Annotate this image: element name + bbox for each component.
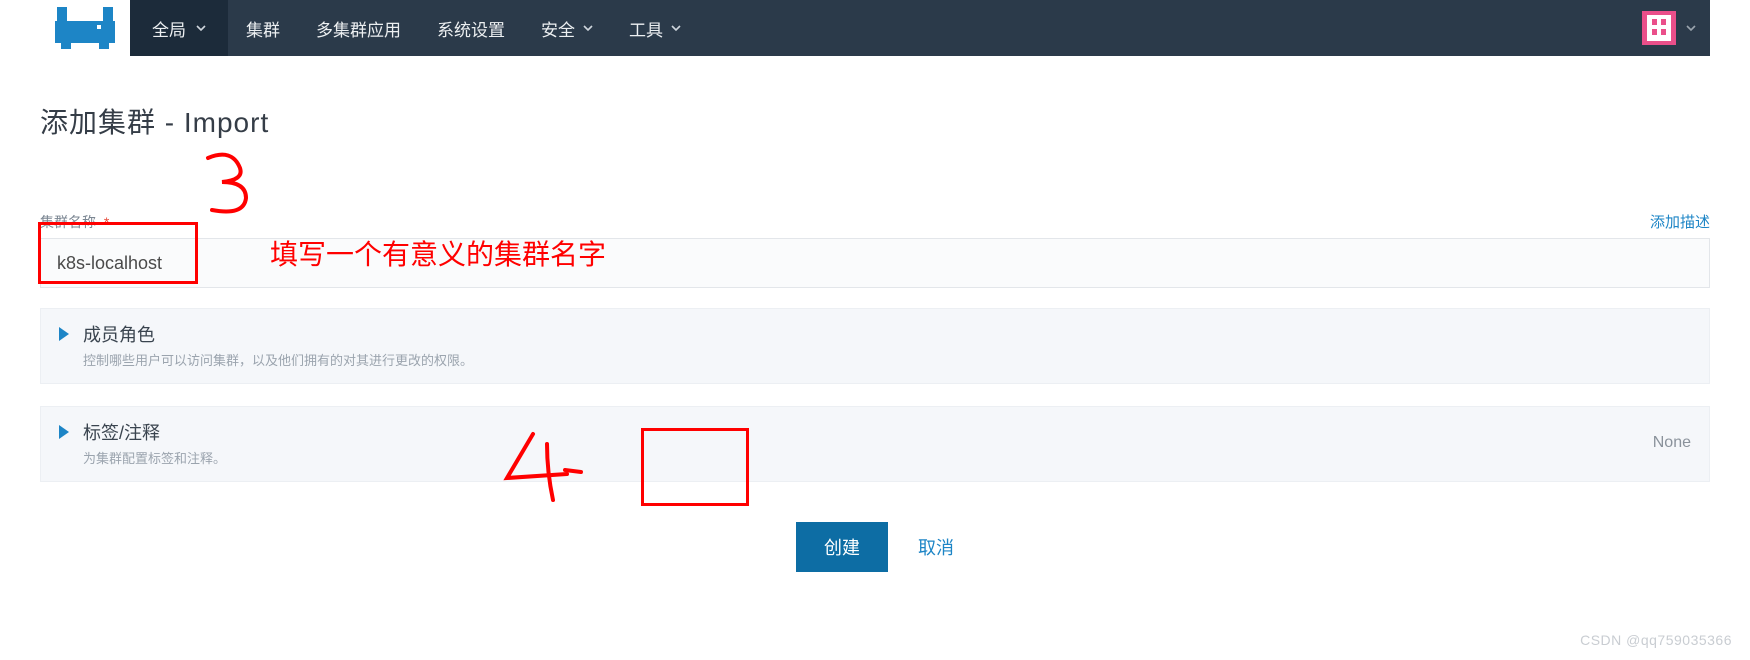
nav-item-tools[interactable]: 工具 <box>611 0 699 56</box>
expand-triangle-icon[interactable] <box>59 327 69 341</box>
cluster-name-input[interactable] <box>40 238 1710 288</box>
cancel-button[interactable]: 取消 <box>918 534 954 560</box>
cluster-name-label-wrap: 集群名称 * <box>40 212 109 232</box>
panel-labels-annotations[interactable]: 标签/注释 为集群配置标签和注释。 None <box>40 406 1710 482</box>
avatar-icon <box>1642 11 1676 45</box>
panel-subtitle: 控制哪些用户可以访问集群，以及他们拥有的对其进行更改的权限。 <box>83 350 1691 369</box>
cluster-name-block: 集群名称 * 添加描述 <box>40 211 1710 288</box>
nav-item-label: 系统设置 <box>437 16 505 41</box>
top-bar: 全局 集群 多集群应用 系统设置 安全 工具 <box>0 0 1750 56</box>
action-row: 创建 取消 <box>40 522 1710 572</box>
nav-item-settings[interactable]: 系统设置 <box>419 0 523 56</box>
panel-subtitle: 为集群配置标签和注释。 <box>83 448 1639 467</box>
nav-scope-label: 全局 <box>152 16 186 41</box>
add-description-link[interactable]: 添加描述 <box>1650 211 1710 232</box>
cluster-name-label: 集群名称 <box>40 214 96 230</box>
panel-member-roles[interactable]: 成员角色 控制哪些用户可以访问集群，以及他们拥有的对其进行更改的权限。 <box>40 308 1710 384</box>
nav-item-clusters[interactable]: 集群 <box>228 0 298 56</box>
nav-item-label: 多集群应用 <box>316 16 401 41</box>
page-content: 添加集群 - Import 集群名称 * 添加描述 成员角色 控制哪些用户可以访… <box>0 56 1750 572</box>
chevron-down-icon <box>671 23 681 33</box>
user-menu[interactable] <box>1628 0 1710 56</box>
page-title: 添加集群 - Import <box>40 101 1710 141</box>
nav-item-security[interactable]: 安全 <box>523 0 611 56</box>
create-button[interactable]: 创建 <box>796 522 888 572</box>
rancher-logo-icon <box>55 7 115 49</box>
required-star-icon: * <box>104 214 109 230</box>
nav-scope-global[interactable]: 全局 <box>130 0 228 56</box>
chevron-down-icon <box>1686 23 1696 33</box>
panel-title: 成员角色 <box>83 321 1691 347</box>
nav-item-label: 工具 <box>629 16 663 41</box>
nav-item-label: 安全 <box>541 16 575 41</box>
brand-logo[interactable] <box>40 0 130 56</box>
nav-item-multicluster-apps[interactable]: 多集群应用 <box>298 0 419 56</box>
panel-right-value: None <box>1653 434 1691 452</box>
main-nav: 全局 集群 多集群应用 系统设置 安全 工具 <box>130 0 1710 56</box>
watermark: CSDN @qq759035366 <box>1580 632 1732 648</box>
chevron-down-icon <box>196 23 206 33</box>
chevron-down-icon <box>583 23 593 33</box>
nav-item-label: 集群 <box>246 16 280 41</box>
panel-title: 标签/注释 <box>83 419 1639 445</box>
expand-triangle-icon[interactable] <box>59 425 69 439</box>
